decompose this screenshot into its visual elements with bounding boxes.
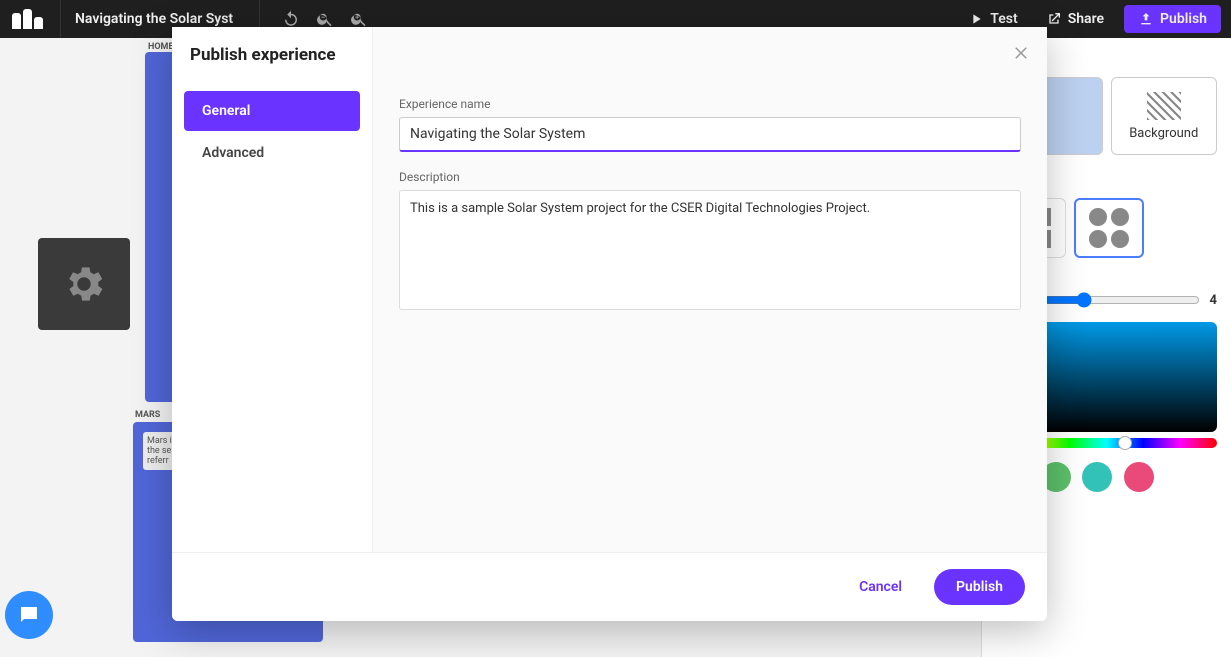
modal-footer: Cancel Publish <box>172 552 1047 621</box>
tab-advanced[interactable]: Advanced <box>184 133 360 173</box>
publish-modal: Publish experience General Advanced Expe… <box>172 27 1047 621</box>
sidebar-item-label: Advanced <box>202 145 264 161</box>
modal-sidebar: General Advanced <box>172 27 372 552</box>
cancel-button[interactable]: Cancel <box>837 569 924 605</box>
name-label: Experience name <box>399 97 1021 111</box>
tab-general[interactable]: General <box>184 91 360 131</box>
close-button[interactable] <box>1009 41 1033 65</box>
modal-main: Experience name Description <box>372 27 1047 552</box>
cancel-label: Cancel <box>859 579 902 595</box>
publish-confirm-button[interactable]: Publish <box>934 569 1025 605</box>
modal-title: Publish experience <box>190 45 336 65</box>
experience-name-input[interactable] <box>399 117 1021 152</box>
description-textarea[interactable] <box>399 190 1021 310</box>
close-icon <box>1012 44 1030 62</box>
description-label: Description <box>399 170 1021 184</box>
sidebar-item-label: General <box>202 103 250 119</box>
publish-confirm-label: Publish <box>956 579 1003 595</box>
